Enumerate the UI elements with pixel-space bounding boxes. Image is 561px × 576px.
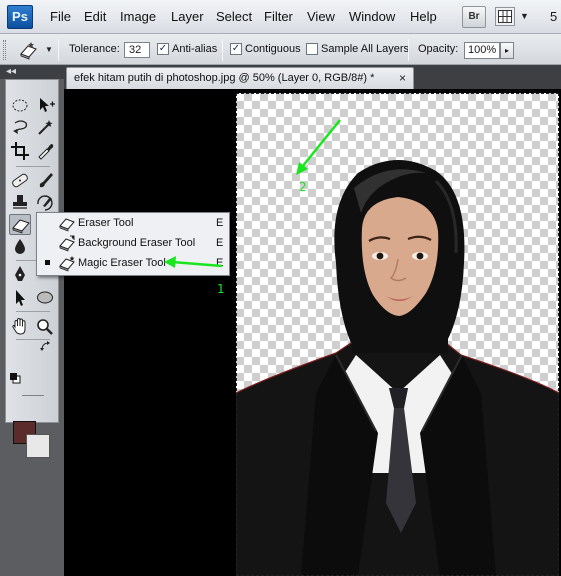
history-brush-icon [37,195,53,211]
flyout-item-eraser-tool[interactable]: Eraser Tool E [38,214,228,234]
pen-tool[interactable] [9,264,31,285]
crop-tool[interactable] [9,140,31,161]
healing-brush-tool[interactable] [9,170,31,191]
annotation-label-1: 1 [217,282,225,296]
magic-eraser-icon [12,219,30,234]
swap-colors-icon[interactable] [39,340,53,354]
path-selection-tool[interactable] [9,287,31,308]
opacity-slider-button[interactable]: ▸ [500,42,514,59]
annotation-label-2: 2 [299,180,307,194]
bandage-icon [12,173,28,188]
antialias-label: Anti-alias [172,43,218,55]
menu-view[interactable]: View [307,9,335,25]
arrow-cursor-icon [16,290,25,306]
separator [222,39,223,61]
shape-tool[interactable] [34,287,56,308]
tools-panel-header[interactable]: ◂◂ [0,65,64,79]
stamp-icon [13,195,27,209]
contiguous-checkbox[interactable]: ✓ [230,43,242,55]
magic-eraser-icon [20,42,37,60]
chevron-down-icon[interactable]: ▼ [45,45,53,54]
tolerance-label: Tolerance: [69,43,120,55]
flyout-item-magic-eraser-tool[interactable]: Magic Eraser Tool E [38,254,228,274]
grid-icon [498,10,512,23]
history-brush-tool[interactable] [34,192,56,213]
menu-layer[interactable]: Layer [171,9,204,25]
document-image[interactable] [236,93,559,576]
flyout-label: Background Eraser Tool [78,237,196,249]
selected-bullet-icon [45,260,50,265]
grip-handle[interactable] [3,40,6,60]
eraser-tools-flyout: Eraser Tool E Background Eraser Tool E M… [36,212,230,276]
crop-icon [11,142,29,160]
separator [22,395,44,396]
flyout-shortcut: E [216,257,224,269]
tool-preset-picker[interactable] [17,40,39,60]
marquee-icon [12,99,28,112]
brush-tool[interactable] [34,170,56,191]
zoom-level[interactable]: 5 [550,9,557,24]
document-tab[interactable]: efek hitam putih di photoshop.jpg @ 50% … [66,67,414,89]
flyout-label: Eraser Tool [78,217,134,229]
flyout-shortcut: E [216,217,224,229]
flyout-shortcut: E [216,237,224,249]
magic-wand-tool[interactable] [34,117,56,138]
tolerance-input[interactable]: 32 [124,42,150,58]
menu-edit[interactable]: Edit [84,9,106,25]
hand-tool[interactable] [9,316,31,337]
blur-tool[interactable] [9,236,31,257]
tools-panel [0,79,64,576]
sample-all-layers-checkbox[interactable] [306,43,318,55]
menu-select[interactable]: Select [216,9,252,25]
bridge-button[interactable]: Br [462,6,486,28]
eraser-tool[interactable] [9,214,31,235]
background-eraser-icon [57,235,77,252]
default-colors-icon[interactable] [9,372,21,384]
eraser-icon [57,215,77,232]
menu-filter[interactable]: Filter [264,9,293,25]
chevron-down-icon[interactable]: ▼ [520,11,529,21]
hand-icon [12,317,26,335]
photoshop-logo: Ps [7,5,33,29]
marquee-tool[interactable] [9,95,31,116]
zoom-tool[interactable] [34,316,56,337]
flyout-item-background-eraser-tool[interactable]: Background Eraser Tool E [38,234,228,254]
menu-file[interactable]: File [50,9,71,25]
magic-eraser-icon [57,255,77,272]
separator [16,166,50,167]
opacity-input[interactable]: 100% [464,42,500,59]
separator [408,39,409,61]
antialias-checkbox[interactable]: ✓ [157,43,169,55]
magnifier-icon [37,319,53,335]
flyout-label: Magic Eraser Tool [78,257,166,269]
brush-icon [39,173,53,188]
lasso-tool[interactable] [9,117,31,138]
collapse-icon[interactable]: ◂◂ [6,65,16,79]
background-color-swatch[interactable] [26,434,50,458]
move-tool[interactable] [34,95,56,116]
separator [16,311,50,312]
eyedropper-tool[interactable] [34,140,56,161]
opacity-label: Opacity: [418,43,459,55]
contiguous-label: Contiguous [245,43,301,55]
menu-help[interactable]: Help [410,9,437,25]
lasso-icon [13,120,28,134]
move-icon [40,98,55,112]
close-icon[interactable]: × [399,71,406,85]
menu-bar: Ps File Edit Image Layer Select Filter V… [0,0,561,34]
menu-window[interactable]: Window [349,9,395,25]
clone-stamp-tool[interactable] [9,192,31,213]
pen-icon [15,266,25,281]
droplet-icon [15,239,25,254]
magic-wand-icon [38,120,53,135]
document-title: efek hitam putih di photoshop.jpg @ 50% … [74,72,375,84]
sample-all-layers-label: Sample All Layers [321,43,410,55]
menu-image[interactable]: Image [120,9,156,25]
view-extras-button[interactable] [495,7,515,26]
portrait-photo [236,159,559,576]
eyedropper-icon [38,144,54,160]
options-bar: ▼ Tolerance: 32 ✓ Anti-alias ✓ Contiguou… [0,34,561,65]
separator [58,39,59,61]
ellipse-shape-icon [37,291,53,304]
